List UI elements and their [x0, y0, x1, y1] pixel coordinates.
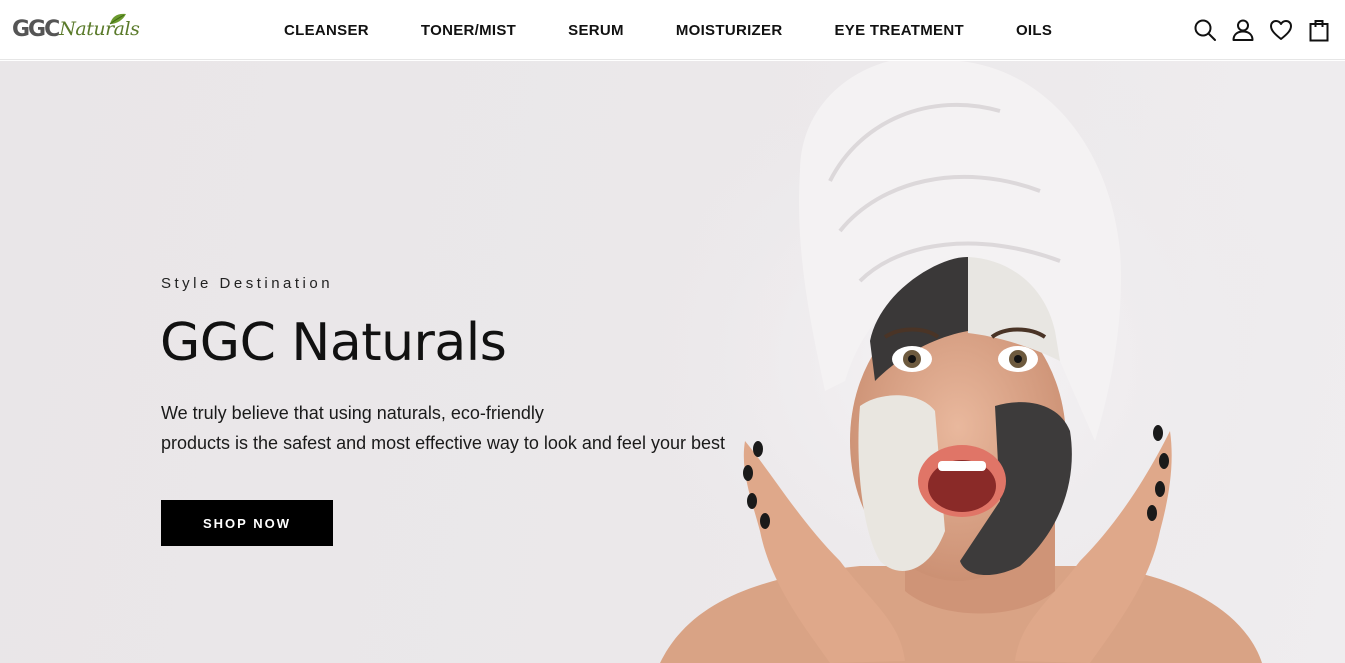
shop-now-button[interactable]: SHOP NOW	[161, 500, 333, 546]
cart-bag-icon[interactable]	[1307, 18, 1331, 42]
hero-title: GGC Naturals	[160, 313, 507, 373]
nav-item-oils[interactable]: OILS	[1016, 22, 1052, 39]
logo-ggc-text: GGC	[12, 16, 60, 42]
search-icon[interactable]	[1193, 18, 1217, 42]
nav-item-eye-treatment[interactable]: EYE TREATMENT	[834, 22, 963, 39]
nav-item-toner-mist[interactable]: TONER/MIST	[421, 22, 516, 39]
hero-description: We truly believe that using naturals, ec…	[161, 398, 821, 458]
main-nav: CLEANSER TONER/MIST SERUM MOISTURIZER EY…	[284, 0, 1052, 60]
nav-item-serum[interactable]: SERUM	[568, 22, 624, 39]
hero-description-line-2: products is the safest and most effectiv…	[161, 433, 725, 453]
hero-banner: Style Destination GGC Naturals We truly …	[0, 61, 1345, 663]
leaf-icon	[109, 13, 126, 25]
wishlist-heart-icon[interactable]	[1269, 18, 1293, 42]
site-header: GGC Naturals CLEANSER TONER/MIST SERUM M…	[0, 0, 1345, 60]
nav-item-moisturizer[interactable]: MOISTURIZER	[676, 22, 783, 39]
brand-logo[interactable]: GGC Naturals	[12, 12, 142, 46]
hero-eyebrow: Style Destination	[161, 275, 334, 292]
header-icons	[1193, 0, 1331, 60]
hero-description-line-1: We truly believe that using naturals, ec…	[161, 403, 544, 423]
account-icon[interactable]	[1231, 18, 1255, 42]
nav-item-cleanser[interactable]: CLEANSER	[284, 22, 369, 39]
